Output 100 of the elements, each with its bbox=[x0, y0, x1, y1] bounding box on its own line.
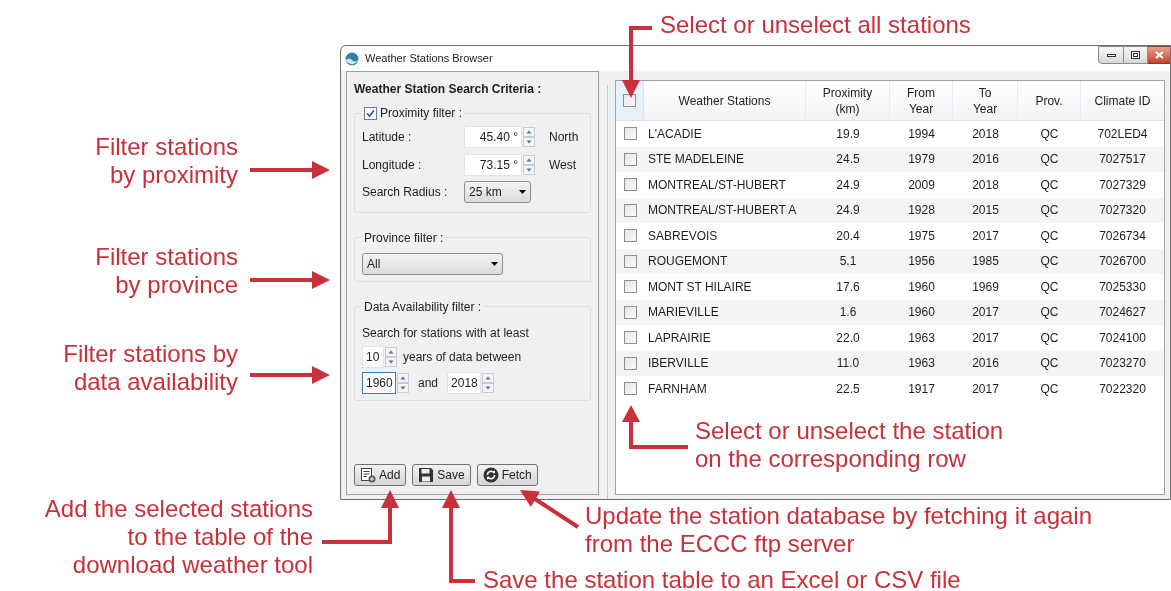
callout-text: Select or unselect all stations bbox=[660, 11, 971, 39]
row-checkbox[interactable] bbox=[623, 127, 637, 141]
from-year-field[interactable]: 1960 bbox=[362, 372, 396, 394]
close-button[interactable] bbox=[1148, 46, 1170, 64]
add-button[interactable]: Add bbox=[354, 464, 407, 486]
table-cell: MONTREAL/ST-HUBERT bbox=[648, 177, 786, 192]
table-cell-text: 7024100 bbox=[1099, 329, 1146, 347]
callout-text: Save the station table to an Excel or CSV file bbox=[483, 566, 961, 591]
table-cell-text: 2018 bbox=[972, 176, 999, 194]
column-header[interactable]: Proximity (km) bbox=[816, 84, 879, 117]
fetch-button[interactable]: Fetch bbox=[476, 464, 538, 486]
table-cell-text: QC bbox=[1040, 227, 1059, 245]
province-dropdown[interactable]: All bbox=[362, 253, 503, 275]
table-cell-text: 5.1 bbox=[839, 253, 857, 271]
table-cell-text: 7027517 bbox=[1099, 151, 1146, 169]
table-cell-text: 1994 bbox=[908, 125, 935, 143]
table-cell-text: 2018 bbox=[972, 125, 999, 143]
table-cell: IBERVILLE bbox=[648, 356, 709, 371]
search-intro-text: Search for stations with at least bbox=[362, 325, 530, 342]
callout-arrow bbox=[622, 26, 652, 98]
to-year-field[interactable]: 2018 bbox=[447, 372, 482, 394]
row-checkbox[interactable] bbox=[623, 178, 637, 192]
window-title: Weather Stations Browser bbox=[365, 51, 493, 67]
table-cell-text: 19.9 bbox=[836, 125, 860, 143]
refresh-icon bbox=[482, 467, 499, 483]
table-cell-text: 7022320 bbox=[1099, 380, 1146, 398]
select-all-checkbox[interactable] bbox=[623, 94, 636, 107]
table-cell: MONTREAL/ST-HUBERT A bbox=[648, 203, 797, 218]
callout-text: Filter stations by data availability bbox=[62, 340, 238, 396]
coordinate-field[interactable]: 73.15 ° bbox=[464, 153, 522, 176]
table-cell: SABREVOIS bbox=[648, 228, 718, 243]
table-cell-text: 2017 bbox=[972, 380, 999, 398]
table-cell-text: 1960 bbox=[908, 278, 935, 296]
data-filter-label: Data Availability filter : bbox=[364, 300, 482, 314]
panel-heading: Weather Station Search Criteria : bbox=[354, 81, 543, 98]
table-cell: STE MADELEINE bbox=[648, 152, 745, 167]
dropdown-caret-icon bbox=[519, 189, 526, 194]
table-cell-text: 2017 bbox=[972, 227, 999, 245]
coordinate-label: Longitude : bbox=[362, 156, 423, 174]
table-cell-text: 24.9 bbox=[836, 202, 860, 220]
column-header[interactable]: Weather Stations bbox=[678, 92, 771, 109]
save-button[interactable]: Save bbox=[412, 464, 471, 486]
spinner-arrows-icon[interactable] bbox=[523, 154, 535, 175]
spinner-arrows-icon[interactable] bbox=[523, 126, 535, 147]
minimize-icon bbox=[1106, 53, 1116, 57]
table-cell-text: 702LED4 bbox=[1097, 125, 1148, 143]
row-checkbox[interactable] bbox=[623, 203, 637, 217]
spinner-arrows-icon[interactable] bbox=[385, 347, 397, 367]
table-cell: FARNHAM bbox=[648, 381, 707, 396]
table-cell-text: 7024627 bbox=[1099, 304, 1146, 322]
table-cell-text: QC bbox=[1040, 304, 1059, 322]
spinner-arrows-icon[interactable] bbox=[482, 373, 495, 393]
callout-arrow bbox=[520, 490, 580, 529]
column-header[interactable]: Prov. bbox=[1035, 92, 1063, 109]
radius-dropdown[interactable]: 25 km bbox=[464, 180, 531, 203]
row-checkbox[interactable] bbox=[623, 382, 637, 396]
row-checkbox[interactable] bbox=[623, 229, 637, 243]
table-cell-text: QC bbox=[1040, 355, 1059, 373]
table-cell-text: 1963 bbox=[908, 355, 935, 373]
column-header[interactable]: From Year bbox=[898, 84, 944, 117]
callout-text: Select or unselect the station on the corresponding row bbox=[695, 417, 1004, 473]
table-cell-text: 1985 bbox=[972, 253, 999, 271]
row-checkbox[interactable] bbox=[623, 305, 637, 319]
row-checkbox[interactable] bbox=[623, 280, 637, 294]
table-cell-text: 7027329 bbox=[1099, 176, 1146, 194]
column-header[interactable]: Climate ID bbox=[1094, 92, 1151, 109]
table-cell-text: 7026734 bbox=[1099, 227, 1146, 245]
table-cell-text: 7026700 bbox=[1099, 253, 1146, 271]
spinner-arrows-icon[interactable] bbox=[397, 373, 409, 393]
callout-text: Filter stations by province bbox=[94, 243, 238, 299]
row-checkbox[interactable] bbox=[623, 152, 637, 166]
table-cell-text: QC bbox=[1040, 151, 1059, 169]
minimize-button[interactable] bbox=[1098, 46, 1124, 64]
years-field[interactable]: 10 bbox=[362, 346, 384, 368]
table-cell-text: QC bbox=[1040, 278, 1059, 296]
table-cell-text: 1960 bbox=[908, 304, 935, 322]
and-label: and bbox=[418, 375, 439, 392]
table-cell: LAPRAIRIE bbox=[648, 330, 711, 345]
callout-text: Filter stations by proximity bbox=[94, 133, 238, 189]
row-checkbox[interactable] bbox=[623, 254, 637, 268]
table-cell: MONT ST HILAIRE bbox=[648, 279, 752, 294]
maximize-button[interactable] bbox=[1124, 46, 1148, 64]
callout-text: Add the selected stations to the table of the download weather tool bbox=[43, 495, 313, 579]
table-cell-text: 2009 bbox=[908, 176, 935, 194]
coordinate-field[interactable]: 45.40 ° bbox=[464, 125, 522, 148]
callout-text: Update the station database by fetching it again from the ECCC ftp server bbox=[585, 502, 1093, 558]
table-cell-text: 1928 bbox=[908, 202, 935, 220]
table-cell-text: 1975 bbox=[908, 227, 935, 245]
column-header[interactable]: To Year bbox=[967, 84, 1003, 117]
dropdown-caret-icon bbox=[491, 262, 498, 266]
row-checkbox[interactable] bbox=[623, 331, 637, 345]
proximity-checkbox[interactable] bbox=[364, 106, 377, 120]
table-cell-text: QC bbox=[1040, 253, 1059, 271]
table-cell-text: QC bbox=[1040, 202, 1059, 220]
table-cell-text: 22.0 bbox=[836, 329, 860, 347]
table-cell-text: 1917 bbox=[908, 380, 935, 398]
province-filter-label: Province filter : bbox=[364, 231, 444, 245]
callout-arrow bbox=[622, 405, 688, 449]
row-checkbox[interactable] bbox=[623, 356, 637, 370]
table-cell-text: 24.9 bbox=[836, 176, 860, 194]
